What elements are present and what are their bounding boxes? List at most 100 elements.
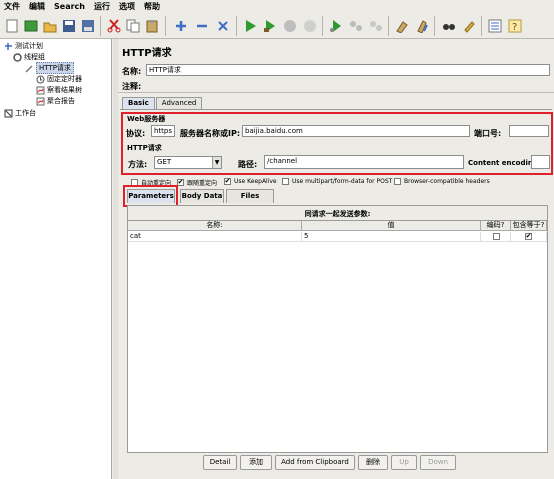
web-server-group-label: Web服务器 bbox=[126, 114, 167, 124]
expand-icon[interactable] bbox=[172, 17, 190, 35]
include-equals-checkbox[interactable]: ✔ bbox=[525, 233, 532, 240]
cut-icon[interactable] bbox=[105, 17, 123, 35]
new-icon[interactable] bbox=[3, 17, 21, 35]
open-icon[interactable] bbox=[41, 17, 59, 35]
tree-label-timer: 固定定时器 bbox=[47, 75, 82, 83]
menu-bar: 文件 编辑 Search 运行 选项 帮助 bbox=[0, 0, 554, 13]
column-header-encode[interactable]: 编码? bbox=[481, 221, 511, 231]
search-icon[interactable] bbox=[440, 17, 458, 35]
toggle-icon[interactable] bbox=[214, 17, 232, 35]
page-title: HTTP请求 bbox=[122, 48, 172, 59]
start-icon[interactable] bbox=[241, 17, 259, 35]
http-request-group-label: HTTP请求 bbox=[126, 143, 163, 153]
protocol-field[interactable]: https bbox=[151, 125, 175, 137]
param-include-equals-cell[interactable]: ✔ bbox=[511, 232, 547, 242]
tree-label-workbench: 工作台 bbox=[15, 109, 36, 117]
menu-edit[interactable]: 编辑 bbox=[25, 1, 50, 12]
down-button[interactable]: Down bbox=[420, 455, 456, 470]
detail-button[interactable]: Detail bbox=[203, 455, 237, 470]
thread-group-icon bbox=[13, 52, 22, 62]
toolbar: ? bbox=[0, 13, 554, 39]
method-select[interactable]: GET ▼ bbox=[154, 156, 222, 169]
path-label: 路径: bbox=[238, 160, 258, 169]
remote-start-icon[interactable] bbox=[327, 17, 345, 35]
method-value: GET bbox=[157, 158, 172, 166]
follow-redirect-label: 跟随重定向 bbox=[187, 180, 218, 187]
reset-search-icon[interactable] bbox=[460, 17, 478, 35]
tree-node-aggregate-report[interactable]: 聚合报告 bbox=[36, 96, 75, 106]
param-name-cell[interactable]: cat bbox=[128, 232, 302, 242]
shutdown-icon[interactable] bbox=[301, 17, 319, 35]
svg-text:?: ? bbox=[512, 22, 517, 33]
workbench-icon bbox=[4, 109, 13, 118]
browser-headers-option[interactable]: Browser-compatible headers bbox=[394, 178, 490, 185]
test-plan-icon bbox=[4, 42, 13, 51]
multipart-option[interactable]: Use multipart/form-data for POST bbox=[282, 178, 392, 185]
name-field[interactable]: HTTP请求 bbox=[146, 64, 550, 76]
templates-icon[interactable] bbox=[22, 17, 40, 35]
up-button[interactable]: Up bbox=[391, 455, 417, 470]
param-encode-cell[interactable] bbox=[481, 232, 511, 242]
start-no-pauses-icon[interactable] bbox=[261, 17, 279, 35]
column-header-include-equals[interactable]: 包含等于? bbox=[511, 221, 547, 231]
parameters-caption: 同请求一起发送参数: bbox=[304, 210, 371, 218]
path-field[interactable]: /channel bbox=[264, 155, 464, 169]
function-helper-icon[interactable] bbox=[486, 17, 504, 35]
protocol-label: 协议: bbox=[126, 129, 146, 138]
menu-run[interactable]: 运行 bbox=[90, 1, 115, 12]
tab-advanced[interactable]: Advanced bbox=[155, 97, 203, 109]
tree-node-thread-group[interactable]: 线程组 bbox=[13, 52, 45, 62]
port-field[interactable] bbox=[509, 125, 549, 137]
tab-files-upload[interactable]: Files Upload bbox=[226, 189, 274, 213]
browser-headers-label: Browser-compatible headers bbox=[404, 178, 490, 185]
comment-label: 注释: bbox=[122, 82, 142, 91]
tree-node-timer[interactable]: 固定定时器 bbox=[36, 74, 82, 84]
copy-icon[interactable] bbox=[124, 17, 142, 35]
tab-basic[interactable]: Basic bbox=[122, 97, 155, 109]
stop-icon[interactable] bbox=[281, 17, 299, 35]
follow-redirect-option[interactable]: ✔ 跟随重定向 bbox=[177, 178, 217, 187]
tree-node-workbench[interactable]: 工作台 bbox=[4, 108, 36, 118]
encode-checkbox[interactable] bbox=[493, 233, 500, 240]
keepalive-option[interactable]: ✔ Use KeepAlive bbox=[224, 178, 277, 185]
menu-search[interactable]: Search bbox=[50, 2, 90, 11]
tab-parameters[interactable]: Parameters bbox=[127, 189, 175, 203]
tree-label-http-request: HTTP请求 bbox=[36, 62, 74, 74]
tree-node-test-plan[interactable]: 测试计划 bbox=[4, 41, 43, 51]
browser-headers-checkbox[interactable] bbox=[394, 178, 401, 185]
collapse-icon[interactable] bbox=[193, 17, 211, 35]
add-from-clipboard-button[interactable]: Add from Clipboard bbox=[275, 455, 355, 470]
menu-options[interactable]: 选项 bbox=[115, 1, 140, 12]
delete-button[interactable]: 删除 bbox=[358, 455, 388, 470]
tree-label-thread-group: 线程组 bbox=[24, 53, 45, 61]
parameters-table[interactable]: 名称: 值 编码? 包含等于? cat 5 ✔ bbox=[128, 220, 547, 452]
keepalive-checkbox[interactable]: ✔ bbox=[224, 178, 231, 185]
param-value-cell[interactable]: 5 bbox=[302, 232, 481, 242]
column-header-name[interactable]: 名称: bbox=[128, 221, 302, 231]
content-encoding-field[interactable] bbox=[531, 155, 550, 169]
tree-label-results-tree: 察看结果树 bbox=[47, 86, 82, 94]
paste-icon[interactable] bbox=[143, 17, 161, 35]
report-icon bbox=[36, 97, 45, 106]
tab-body-data[interactable]: Body Data bbox=[180, 189, 224, 203]
help-icon[interactable]: ? bbox=[506, 17, 524, 35]
clear-icon[interactable] bbox=[393, 17, 411, 35]
tree-node-results-tree[interactable]: 察看结果树 bbox=[36, 85, 82, 95]
save-icon[interactable] bbox=[60, 17, 78, 35]
remote-stop-icon[interactable] bbox=[347, 17, 365, 35]
remote-shutdown-icon[interactable] bbox=[367, 17, 385, 35]
follow-redirect-checkbox[interactable]: ✔ bbox=[177, 179, 184, 186]
server-field[interactable]: baijia.baidu.com bbox=[242, 125, 470, 137]
tree-node-http-request[interactable]: HTTP请求 bbox=[25, 62, 74, 74]
save-as-icon[interactable] bbox=[79, 17, 97, 35]
content-encoding-label: Content encoding: bbox=[468, 159, 541, 167]
test-plan-tree: 测试计划 线程组 HTTP请求 固定定时器 察看结果树 聚合报告 工作台 bbox=[0, 39, 112, 479]
multipart-checkbox[interactable] bbox=[282, 178, 289, 185]
clear-all-icon[interactable] bbox=[413, 17, 431, 35]
column-header-value[interactable]: 值 bbox=[302, 221, 481, 231]
menu-file[interactable]: 文件 bbox=[0, 1, 25, 12]
menu-help[interactable]: 帮助 bbox=[140, 1, 165, 12]
add-button[interactable]: 添加 bbox=[240, 455, 272, 470]
parameters-panel: 同请求一起发送参数: 名称: 值 编码? 包含等于? cat 5 ✔ bbox=[127, 205, 548, 453]
chevron-down-icon: ▼ bbox=[212, 157, 221, 168]
